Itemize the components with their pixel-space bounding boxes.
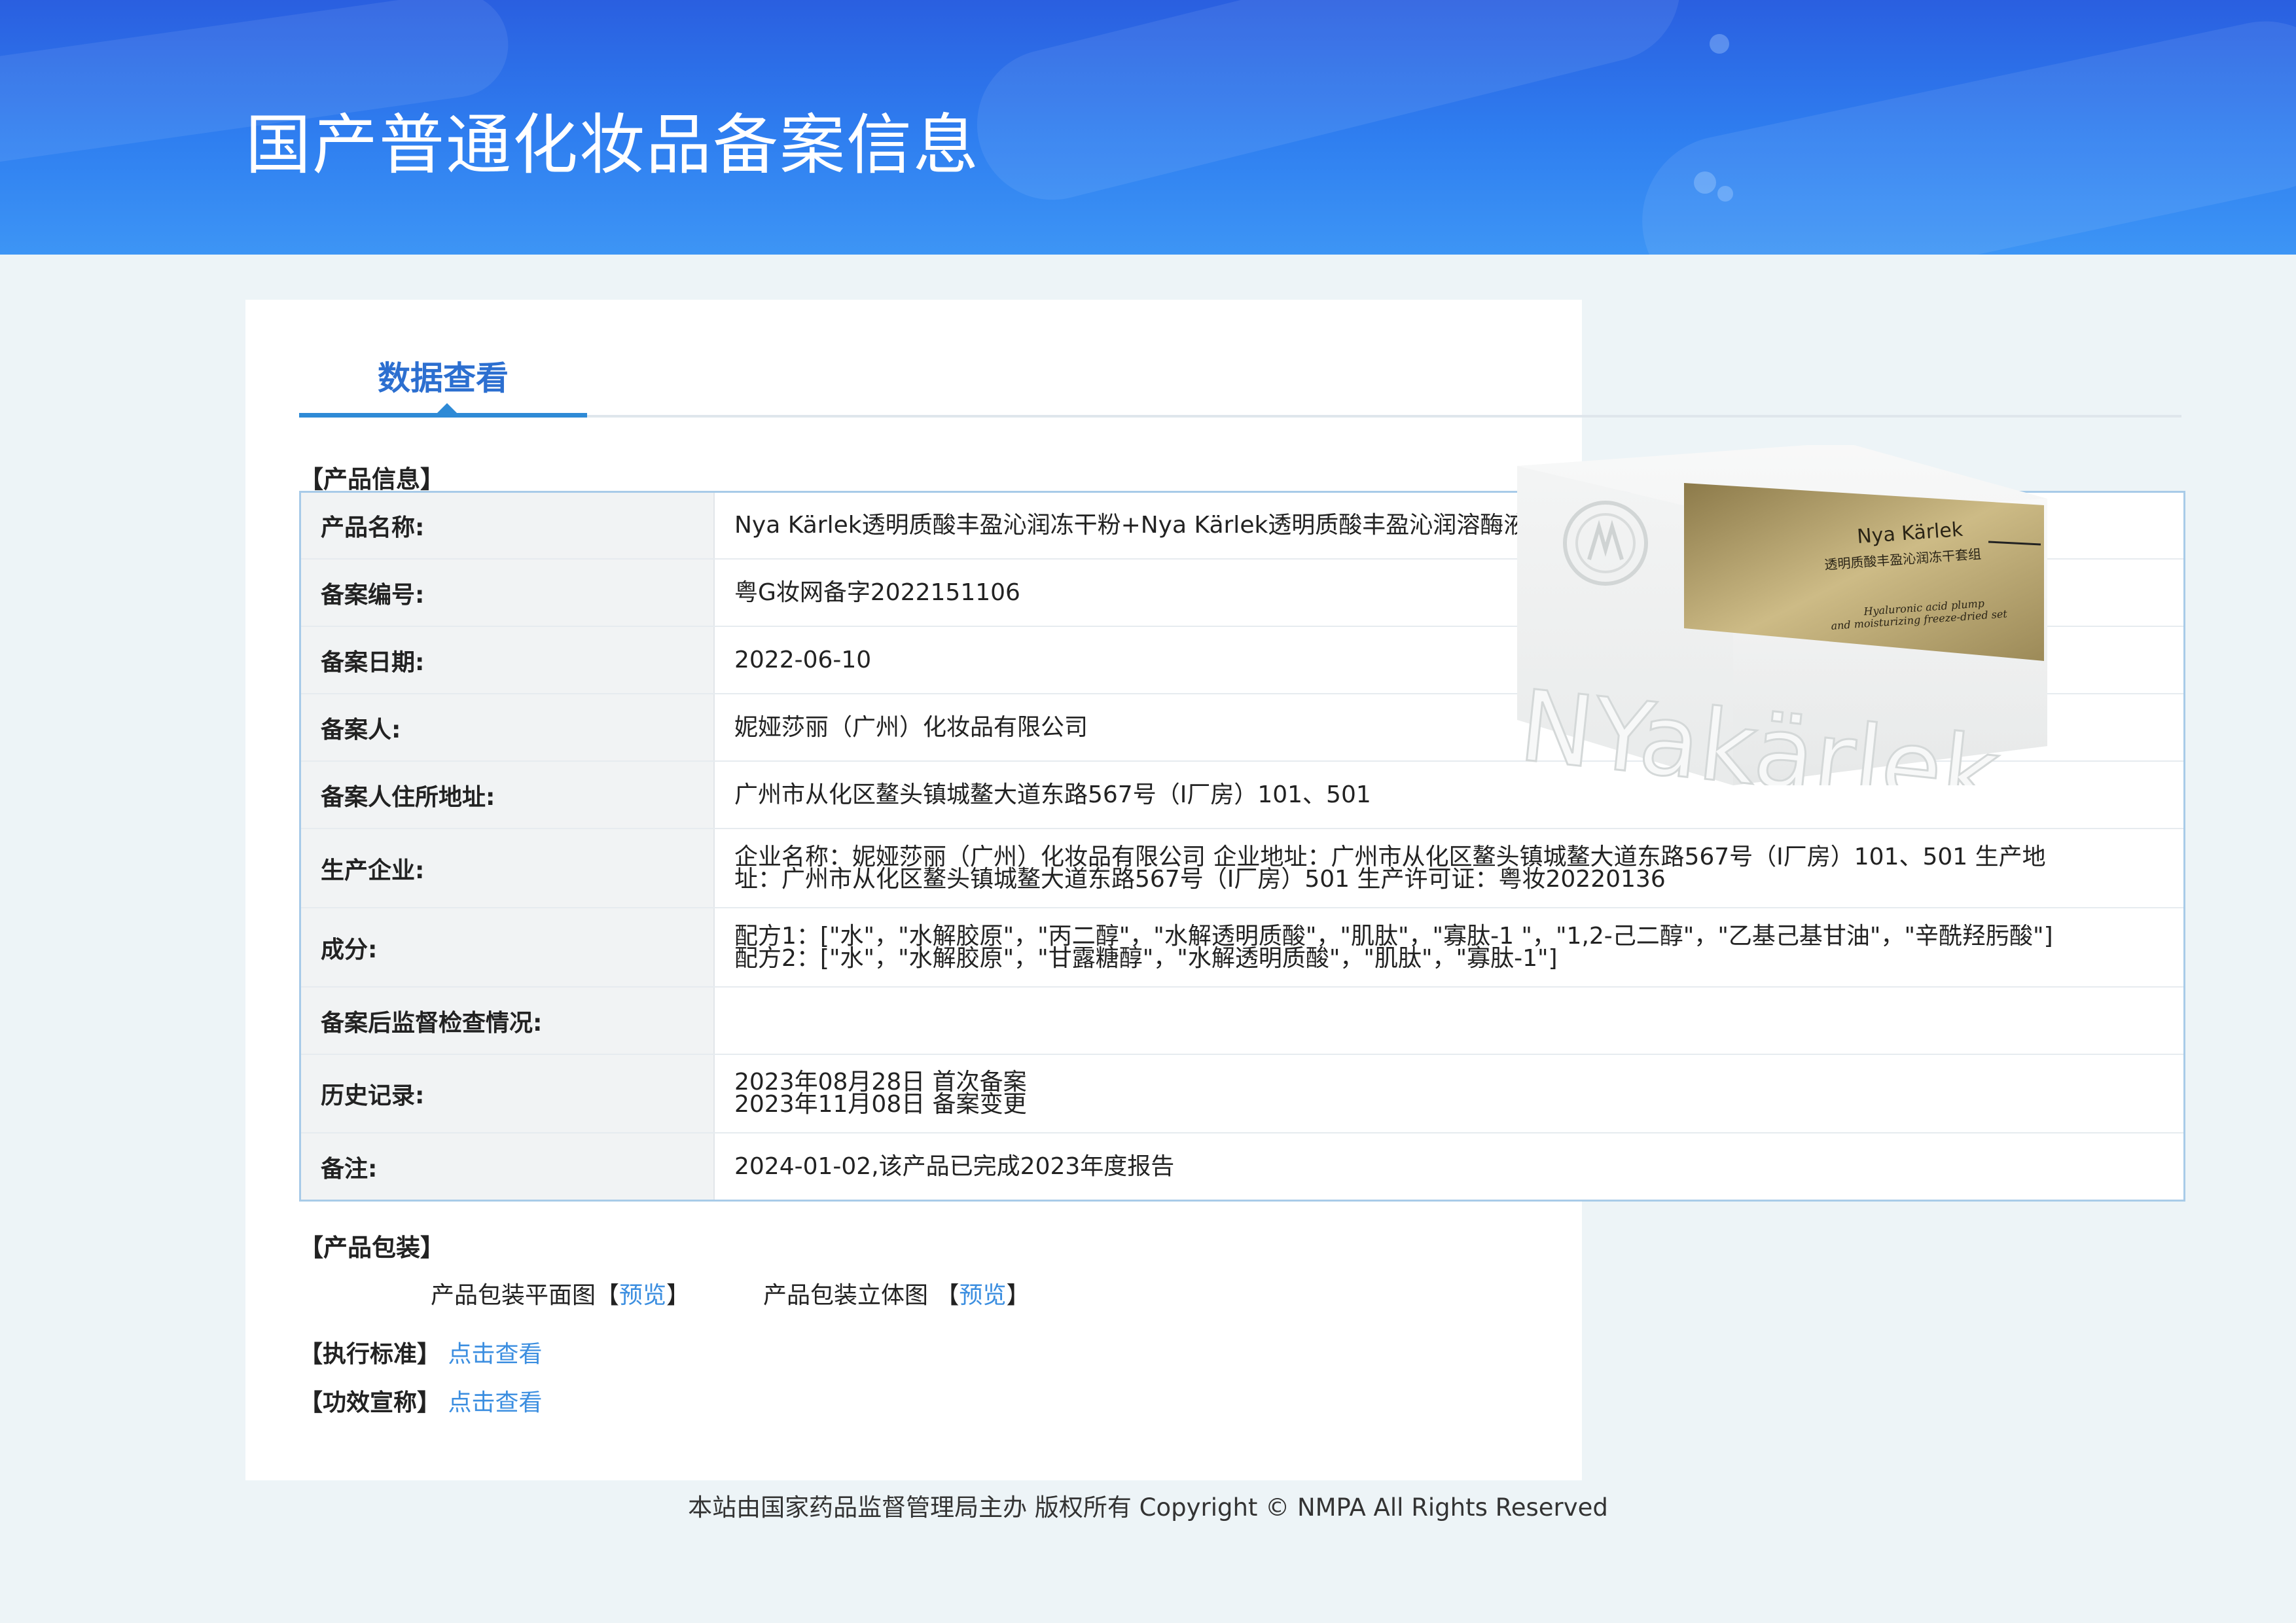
table-row: 备注: 2024-01-02,该产品已完成2023年度报告 xyxy=(301,1133,2183,1200)
bracket-close: 】 xyxy=(666,1282,691,1309)
packaging-flat-label: 产品包装平面图 xyxy=(431,1282,596,1309)
header-banner: 国产普通化妆品备案信息 xyxy=(0,0,2296,255)
row-value-history: 2023年08月28日 首次备案 2023年11月08日 备案变更 xyxy=(715,1055,2183,1132)
tab-data-view[interactable]: 数据查看 xyxy=(299,300,587,418)
ingredients-formula-1: 配方1：["水"，"水解胶原"，"丙二醇"，"水解透明质酸"，"肌肽"，"寡肽-… xyxy=(734,922,2053,950)
manufacturer-value: 企业名称：妮娅莎丽（广州）化妆品有限公司 企业地址：广州市从化区鳌头镇城鳌大道东… xyxy=(734,843,2046,893)
packaging-flat-row: 产品包装平面图【预览】 xyxy=(431,1276,690,1310)
table-row: 备案后监督检查情况: xyxy=(301,988,2183,1055)
row-label-registrant: 备案人: xyxy=(301,694,715,760)
packaging-stereo-row: 产品包装立体图 【预览】 xyxy=(763,1276,1030,1310)
banner-dot xyxy=(1710,34,1729,54)
row-label-post-inspection: 备案后监督检查情况: xyxy=(301,988,715,1054)
packaging-stereo-label: 产品包装立体图 xyxy=(763,1282,929,1309)
history-entry: 2023年08月28日 首次备案 xyxy=(734,1069,1027,1096)
banner-decoration xyxy=(961,0,1696,216)
row-value-remarks: 2024-01-02,该产品已完成2023年度报告 xyxy=(715,1133,2183,1200)
efficacy-label: 【功效宣称】 xyxy=(299,1389,441,1416)
row-label-product-name: 产品名称: xyxy=(301,493,715,558)
history-entry: 2023年11月08日 备案变更 xyxy=(734,1091,1027,1118)
row-label-filing-number: 备案编号: xyxy=(301,560,715,626)
product-box-illustration: NYakärlek Nya Kärlek 透明质酸丰盈沁润冻干套组 Hyalur… xyxy=(1514,442,2047,834)
row-value-manufacturer: 企业名称：妮娅莎丽（广州）化妆品有限公司 企业地址：广州市从化区鳌头镇城鳌大道东… xyxy=(715,829,2183,907)
row-label-remarks: 备注: xyxy=(301,1133,715,1200)
remarks-value: 2024-01-02,该产品已完成2023年度报告 xyxy=(734,1152,1175,1180)
row-label-ingredients: 成分: xyxy=(301,908,715,986)
footer-copyright: 本站由国家药品监督管理局主办 版权所有 Copyright © NMPA All… xyxy=(688,1493,1608,1522)
bracket-close: 】 xyxy=(1006,1282,1030,1309)
standard-view-link[interactable]: 点击查看 xyxy=(448,1341,542,1368)
banner-dot xyxy=(1717,186,1733,202)
row-value-ingredients: 配方1：["水"，"水解胶原"，"丙二醇"，"水解透明质酸"，"肌肽"，"寡肽-… xyxy=(715,908,2183,986)
page-title: 国产普通化妆品备案信息 xyxy=(245,107,980,183)
table-row: 成分: 配方1：["水"，"水解胶原"，"丙二醇"，"水解透明质酸"，"肌肽"，… xyxy=(301,908,2183,988)
bracket-open: 【 xyxy=(596,1282,620,1309)
product-info-heading: 【产品信息】 xyxy=(299,465,444,493)
standard-label: 【执行标准】 xyxy=(299,1341,441,1368)
row-label-registrant-address: 备案人住所地址: xyxy=(301,762,715,828)
table-row: 生产企业: 企业名称：妮娅莎丽（广州）化妆品有限公司 企业地址：广州市从化区鳌头… xyxy=(301,829,2183,908)
packaging-stereo-preview-link[interactable]: 预览 xyxy=(959,1282,1006,1309)
bracket-open: 【 xyxy=(935,1282,960,1309)
row-label-history: 历史记录: xyxy=(301,1055,715,1132)
banner-dot xyxy=(1694,171,1716,194)
table-row: 历史记录: 2023年08月28日 首次备案 2023年11月08日 备案变更 xyxy=(301,1055,2183,1133)
standard-row: 【执行标准】 点击查看 xyxy=(299,1335,542,1369)
content-card: 数据查看 【产品信息】 产品名称: Nya Kärlek透明质酸丰盈沁润冻干粉+… xyxy=(245,300,2185,1480)
efficacy-view-link[interactable]: 点击查看 xyxy=(448,1389,542,1416)
row-label-manufacturer: 生产企业: xyxy=(301,829,715,907)
product-box-image: NYakärlek Nya Kärlek 透明质酸丰盈沁润冻干套组 Hyalur… xyxy=(1514,442,2047,834)
ingredients-formula-2: 配方2：["水"，"水解胶原"，"甘露糖醇"，"水解透明质酸"，"肌肽"，"寡肽… xyxy=(734,944,1558,972)
row-label-filing-date: 备案日期: xyxy=(301,627,715,693)
tab-data-view-label: 数据查看 xyxy=(378,359,509,397)
row-value-post-inspection xyxy=(715,988,2183,1054)
registrant-address-value: 广州市从化区鳌头镇城鳌大道东路567号（I厂房）101、501 xyxy=(734,781,1371,808)
packaging-heading: 【产品包装】 xyxy=(299,1234,444,1262)
efficacy-row: 【功效宣称】 点击查看 xyxy=(299,1383,542,1418)
packaging-flat-preview-link[interactable]: 预览 xyxy=(619,1282,666,1309)
